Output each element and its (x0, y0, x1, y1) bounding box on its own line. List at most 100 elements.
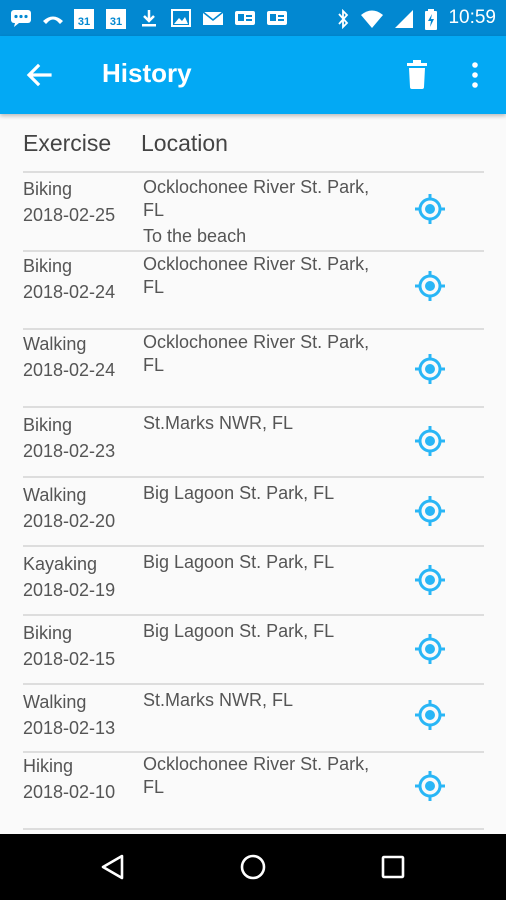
column-header-exercise: Exercise (23, 130, 112, 156)
location-name: Ocklochonee River St. Park, FL (143, 254, 370, 297)
download-icon (138, 9, 160, 27)
location-name: Ocklochonee River St. Park, FL (143, 177, 370, 220)
exercise-date: 2018-02-24 (23, 360, 116, 380)
location-name: Big Lagoon St. Park, FL (143, 552, 335, 572)
exercise-date: 2018-02-19 (23, 580, 116, 600)
divider (23, 683, 484, 685)
table-row[interactable]: Biking 2018-02-15 Big Lagoon St. Park, FL (0, 618, 506, 687)
location-note: To the beach (143, 226, 247, 246)
nav-home-button[interactable] (238, 852, 268, 882)
show-on-map-button[interactable] (414, 193, 446, 225)
divider (23, 406, 484, 408)
location-cell: Ocklochonee River St. Park, FL (143, 253, 393, 299)
gps-target-icon (415, 193, 445, 224)
gps-target-icon (415, 770, 445, 801)
history-list: Exercise Location Biking 2018-02-25 Ockloc… (0, 114, 506, 834)
location-cell: Ocklochonee River St. Park, FL (143, 753, 393, 799)
delete-button[interactable] (404, 60, 430, 90)
table-row[interactable]: Hiking 2018-02-10 Ocklochonee River St. Pa… (0, 751, 506, 828)
gps-target-icon (415, 426, 445, 456)
table-row[interactable]: Kayaking 2018-02-19 Big Lagoon St. Park, F… (0, 549, 506, 618)
show-on-map-button[interactable] (414, 699, 446, 731)
show-on-map-button[interactable] (414, 564, 446, 596)
image-icon (170, 9, 192, 27)
navigation-bar (0, 834, 506, 900)
table-row[interactable]: Walking 2018-02-20 Big Lagoon St. Park, FL (0, 480, 506, 549)
table-header: Exercise Location (0, 114, 506, 172)
calendar-icon: 31 (106, 9, 128, 29)
show-on-map-button[interactable] (414, 425, 446, 457)
divider (23, 545, 484, 547)
square-recents-icon (381, 855, 405, 879)
column-header-location: Location (141, 130, 228, 156)
exercise-type: Walking (23, 485, 87, 505)
overflow-menu-button[interactable] (466, 60, 484, 90)
location-cell: Big Lagoon St. Park, FL (143, 482, 393, 505)
calendar-icon: 31 (74, 9, 96, 29)
exercise-date: 2018-02-15 (23, 649, 116, 669)
gps-target-icon (415, 700, 445, 730)
show-on-map-button[interactable] (414, 353, 446, 385)
exercise-cell: Biking 2018-02-24 (23, 253, 138, 305)
exercise-cell: Biking 2018-02-15 (23, 620, 138, 672)
exercise-type: Biking (23, 179, 73, 199)
bluetooth-icon (336, 8, 350, 30)
exercise-type: Biking (23, 623, 73, 643)
notification-icons: 31 31 (10, 9, 288, 29)
gps-target-icon (415, 354, 445, 384)
exercise-type: Walking (23, 334, 87, 354)
exercise-date: 2018-02-10 (23, 782, 116, 802)
table-row[interactable]: Biking 2018-02-25 Ocklochonee River St. Pa… (0, 174, 506, 251)
nav-back-button[interactable] (98, 852, 128, 882)
gps-target-icon (415, 633, 445, 664)
show-on-map-button[interactable] (414, 770, 446, 802)
gps-target-icon (415, 271, 445, 301)
table-row[interactable]: Walking 2018-02-13 St.Marks NWR, FL (0, 687, 506, 751)
location-cell: Big Lagoon St. Park, FL (143, 620, 393, 643)
exercise-cell: Kayaking 2018-02-19 (23, 551, 138, 603)
status-bar: 31 31 10:59 (0, 0, 506, 36)
exercise-cell: Walking 2018-02-13 (23, 689, 138, 741)
location-name: Big Lagoon St. Park, FL (143, 621, 335, 641)
battery-charging-icon (424, 9, 438, 30)
exercise-date: 2018-02-20 (23, 511, 116, 531)
location-name: Big Lagoon St. Park, FL (143, 483, 335, 503)
nav-recents-button[interactable] (378, 852, 408, 882)
exercise-cell: Walking 2018-02-24 (23, 331, 138, 383)
gps-target-icon (415, 495, 445, 526)
message-icon (10, 9, 32, 27)
exercise-date: 2018-02-25 (23, 205, 116, 225)
location-name: St.Marks NWR, FL (143, 413, 294, 433)
show-on-map-button[interactable] (414, 270, 446, 302)
divider (23, 171, 484, 173)
location-cell: St.Marks NWR, FL (143, 689, 393, 712)
exercise-type: Biking (23, 256, 73, 276)
exercise-type: Walking (23, 692, 87, 712)
circle-home-icon (240, 854, 266, 880)
exercise-type: Kayaking (23, 554, 98, 574)
signal-icon (394, 9, 414, 28)
show-on-map-button[interactable] (414, 633, 446, 665)
location-name: Ocklochonee River St. Park, FL (143, 754, 370, 797)
more-vert-icon (472, 62, 478, 88)
exercise-type: Biking (23, 415, 73, 435)
show-on-map-button[interactable] (414, 495, 446, 527)
divider (23, 476, 484, 478)
table-row[interactable]: Walking 2018-02-24 Ocklochonee River St. P… (0, 329, 506, 410)
page-title: History (102, 58, 192, 88)
location-cell: Ocklochonee River St. Park, FL To the bea… (143, 176, 393, 248)
gps-target-icon (415, 564, 445, 595)
exercise-cell: Biking 2018-02-23 (23, 412, 138, 464)
exercise-date: 2018-02-24 (23, 282, 116, 302)
exercise-type: Hiking (23, 756, 74, 776)
system-icons: 10:59 (336, 7, 496, 30)
exercise-cell: Biking 2018-02-25 (23, 176, 138, 228)
divider (23, 828, 484, 830)
location-cell: Big Lagoon St. Park, FL (143, 551, 393, 574)
location-name: Ocklochonee River St. Park, FL (143, 332, 370, 375)
exercise-cell: Hiking 2018-02-10 (23, 753, 138, 805)
back-button[interactable] (24, 60, 54, 90)
contact-card-icon (266, 9, 288, 27)
table-row[interactable]: Biking 2018-02-24 Ocklochonee River St. Pa… (0, 251, 506, 329)
table-row[interactable]: Biking 2018-02-23 St.Marks NWR, FL (0, 410, 506, 480)
